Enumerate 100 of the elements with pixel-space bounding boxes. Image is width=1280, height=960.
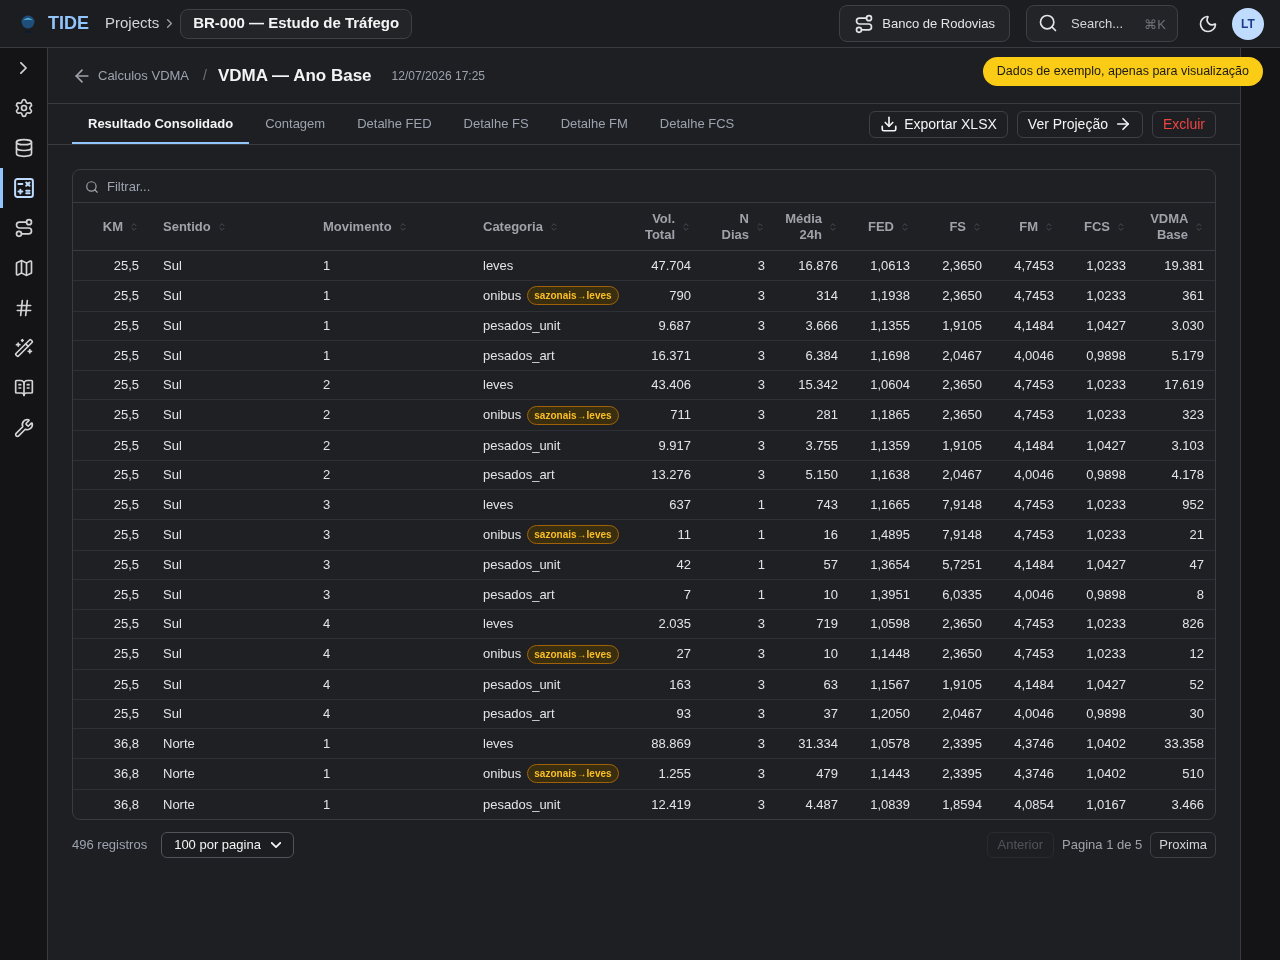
table-cell-text: 2,3650	[942, 406, 982, 425]
sort-icon[interactable]	[129, 221, 139, 232]
table-cell-text: 3	[757, 346, 765, 365]
table-cell-text: 1	[757, 556, 765, 574]
page-size-select[interactable]: 100 por pagina	[161, 832, 294, 858]
table-cell-text: 36,8	[113, 764, 139, 783]
table-cell-text: 3	[757, 705, 765, 723]
tab[interactable]: Resultado Consolidado	[72, 104, 250, 144]
table-cell-text: 25,5	[113, 406, 139, 425]
tab[interactable]: Detalhe FCS	[643, 104, 751, 144]
table-cell-text: 0,9898	[1086, 585, 1126, 604]
column-header[interactable]: Vol. Total	[644, 210, 675, 243]
table-cell-text: 25,5	[113, 556, 139, 574]
column-header[interactable]: FCS	[1084, 218, 1110, 235]
sort-icon[interactable]	[1194, 221, 1204, 232]
table-cell-text: 3	[757, 645, 765, 664]
sort-icon[interactable]	[548, 221, 559, 232]
table-cell-text: 3	[757, 406, 765, 425]
sort-icon[interactable]	[900, 221, 910, 232]
road-database-button[interactable]: Banco de Rodovias	[839, 5, 1010, 42]
table-cell-text: 25,5	[113, 645, 139, 664]
table-cell-text: 479	[816, 764, 838, 783]
table-cell-text: 743	[816, 495, 838, 514]
column-header[interactable]: Sentido	[163, 218, 211, 235]
projects-link[interactable]: Projects	[105, 12, 160, 35]
sort-icon[interactable]	[755, 221, 765, 232]
delete-button[interactable]: Excluir	[1152, 110, 1216, 138]
table-cell-text: 25,5	[113, 615, 139, 633]
table-cell-text: onibus	[483, 764, 522, 783]
sort-icon[interactable]	[828, 221, 838, 232]
column-header[interactable]: FM	[1019, 218, 1038, 235]
table-cell-text: 510	[1182, 764, 1204, 783]
table-cell-text: Sul	[163, 466, 182, 484]
tab[interactable]: Detalhe FS	[447, 104, 545, 144]
table-cell-text: 5.179	[1171, 346, 1204, 365]
export-button[interactable]: Exportar XLSX	[869, 110, 1008, 138]
sort-icon[interactable]	[216, 221, 227, 232]
column-header[interactable]: FS	[949, 218, 966, 235]
theme-toggle-button[interactable]	[1198, 13, 1218, 34]
column-header[interactable]: FED	[868, 218, 894, 235]
column-header[interactable]: Média 24h	[785, 210, 822, 243]
next-page-button[interactable]: Proxima	[1150, 832, 1216, 858]
table-cell-text: 2,3395	[942, 764, 982, 783]
table-cell-text: Sul	[163, 376, 182, 394]
column-header[interactable]: Categoria	[483, 218, 543, 235]
table-cell-text: 30	[1189, 705, 1204, 723]
table-cell-text: 52	[1189, 675, 1204, 694]
season-tag: sazonais→leves	[527, 644, 619, 664]
sort-icon[interactable]	[397, 221, 408, 232]
tab[interactable]: Detalhe FM	[544, 104, 644, 144]
table-cell-text: 1,0233	[1086, 286, 1126, 305]
sort-icon[interactable]	[1044, 221, 1054, 232]
project-selector[interactable]: BR-000 — Estudo de Tráfego	[180, 8, 413, 39]
column-header[interactable]: N Dias	[721, 210, 749, 243]
user-avatar[interactable]: LT	[1232, 7, 1264, 40]
table-cell-text: 16	[823, 525, 838, 544]
sort-icon[interactable]	[1116, 221, 1126, 232]
chevron-down-icon	[270, 842, 281, 848]
table-cell-text: Sul	[163, 436, 182, 455]
table-cell-text: pesados_art	[483, 705, 555, 723]
breadcrumb-separator: /	[203, 66, 207, 85]
table-cell-text: 7	[683, 585, 691, 604]
table-cell-text: 1,0233	[1086, 525, 1126, 544]
route-icon	[854, 13, 875, 34]
column-header[interactable]: Movimento	[323, 218, 392, 235]
projection-button[interactable]: Ver Projeção	[1016, 110, 1143, 138]
filter-field[interactable]: Filtrar...	[73, 170, 1215, 203]
table-cell-text: 8	[1196, 585, 1204, 604]
back-link[interactable]: Calculos VDMA	[72, 65, 190, 86]
table-cell-text: 3.666	[805, 317, 838, 335]
table-cell-text: 10	[823, 645, 838, 664]
search-icon	[85, 180, 99, 194]
table-cell-text: 93	[676, 705, 691, 723]
table-cell-text: 1	[323, 795, 331, 814]
table-cell-text: 1,0233	[1086, 376, 1126, 394]
table-cell-text: 3.755	[805, 436, 838, 455]
table-cell-text: 711	[670, 406, 691, 425]
table-cell-text: 3	[323, 585, 331, 604]
table-cell-text: 4,0046	[1014, 346, 1054, 365]
table-cell-text: 4,7453	[1014, 525, 1054, 544]
table-cell-text: Norte	[163, 795, 195, 814]
column-header[interactable]: KM	[102, 218, 123, 235]
tab[interactable]: Detalhe FED	[341, 104, 448, 144]
app-name: TIDE	[48, 12, 89, 35]
table-cell-text: 2	[323, 376, 331, 394]
table-cell-text: pesados_art	[483, 346, 555, 365]
table-cell-text: 25,5	[113, 525, 139, 544]
sort-icon[interactable]	[972, 221, 982, 232]
table-cell-text: pesados_art	[483, 466, 555, 484]
table-cell-text: 1,0578	[870, 734, 910, 753]
table-cell-text: 36,8	[113, 734, 139, 753]
table-cell-text: 25,5	[113, 346, 139, 365]
table-cell-text: 1,1355	[870, 317, 910, 335]
table-cell-text: 1	[757, 585, 765, 604]
table-cell-text: 7,9148	[942, 495, 982, 514]
table-cell-text: 1,0598	[870, 615, 910, 633]
tab[interactable]: Contagem	[249, 104, 342, 144]
sort-icon[interactable]	[681, 221, 691, 232]
table-cell-text: 2	[323, 406, 331, 425]
column-header[interactable]: VDMA Base	[1150, 210, 1188, 243]
